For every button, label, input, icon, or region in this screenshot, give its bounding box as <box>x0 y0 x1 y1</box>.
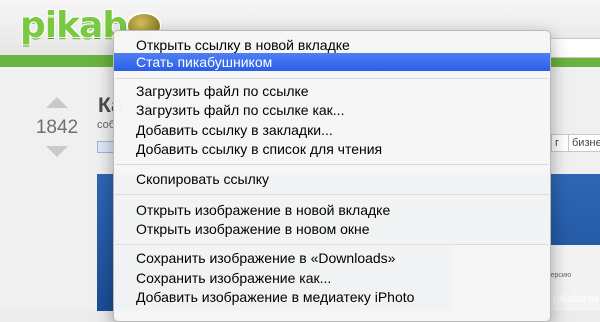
watermark: pikabu.ru <box>553 293 599 305</box>
menu-item-copy-link[interactable]: Скопировать ссылку <box>114 170 550 188</box>
menu-item-label: Добавить ссылку в закладки... <box>136 122 333 138</box>
menu-item-label: Открыть изображение в новом окне <box>136 221 370 237</box>
tag-box[interactable]: бизне <box>568 134 600 152</box>
menu-item-label: Загрузить файл по ссылке <box>136 83 309 99</box>
menu-separator <box>115 164 549 165</box>
vote-up-arrow-icon[interactable] <box>46 97 68 108</box>
menu-item-label: Добавить изображение в медиатеку iPhoto <box>136 289 415 305</box>
menu-item-label: Скопировать ссылку <box>136 171 270 187</box>
tag-box[interactable]: г <box>551 134 569 152</box>
menu-item-label: Стать пикабушником <box>136 54 273 70</box>
menu-separator <box>115 194 549 195</box>
menu-item-label: Сохранить изображение как... <box>136 270 332 286</box>
menu-item-save-image-as[interactable]: Сохранить изображение как... <box>114 269 550 287</box>
search-input[interactable] <box>545 38 600 58</box>
menu-item-add-link-bookmarks[interactable]: Добавить ссылку в закладки... <box>114 121 550 139</box>
menu-item-download-linked-file[interactable]: Загрузить файл по ссылке <box>114 82 550 100</box>
menu-item-become-pikabushnik[interactable]: Стать пикабушником <box>114 53 550 71</box>
menu-item-add-link-reading-list[interactable]: Добавить ссылку в список для чтения <box>114 140 550 158</box>
menu-item-label: Загрузить файл по ссылке как... <box>136 102 345 118</box>
menu-separator <box>115 244 549 245</box>
menu-item-save-image-downloads[interactable]: Сохранить изображение в «Downloads» <box>114 249 550 267</box>
menu-item-label: Сохранить изображение в «Downloads» <box>136 250 396 266</box>
menu-item-add-image-iphoto[interactable]: Добавить изображение в медиатеку iPhoto <box>114 288 550 306</box>
context-menu: Открыть ссылку в новой вкладке Стать пик… <box>113 30 551 322</box>
post-rating: 1842 <box>35 117 79 138</box>
menu-item-open-image-new-window[interactable]: Открыть изображение в новом окне <box>114 220 550 238</box>
menu-separator <box>115 78 549 79</box>
menu-item-label: Открыть ссылку в новой вкладке <box>136 37 350 53</box>
menu-item-label: Добавить ссылку в список для чтения <box>136 141 383 157</box>
vote-down-arrow-icon[interactable] <box>46 146 68 157</box>
menu-item-open-image-new-tab[interactable]: Открыть изображение в новой вкладке <box>114 201 550 219</box>
menu-item-open-link-new-tab[interactable]: Открыть ссылку в новой вкладке <box>114 36 550 54</box>
menu-item-label: Открыть изображение в новой вкладке <box>136 202 391 218</box>
menu-item-download-linked-file-as[interactable]: Загрузить файл по ссылке как... <box>114 101 550 119</box>
